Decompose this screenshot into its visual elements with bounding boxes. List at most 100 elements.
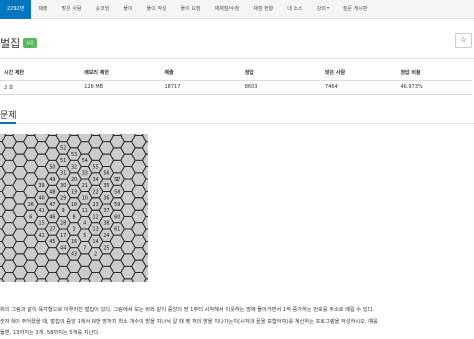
nav-submit[interactable]: 제출 bbox=[31, 0, 54, 19]
description-line: 위의 그림과 같이 육각형으로 이루어진 벌집이 있다. 그림에서 보는 바와 … bbox=[0, 307, 375, 313]
section-divider bbox=[0, 123, 474, 124]
nav-correct-users[interactable]: 맞은 사람 bbox=[55, 0, 89, 19]
nav-item-label: 풀이 요청 bbox=[180, 5, 201, 12]
cell-number-label: 33 bbox=[82, 171, 88, 177]
cell-number-label: 60 bbox=[114, 214, 120, 220]
cell-number-label: 5 bbox=[83, 233, 86, 239]
section-underline bbox=[0, 122, 16, 124]
honeycomb-cell bbox=[143, 278, 148, 282]
cell-number-label: 42 bbox=[39, 233, 45, 239]
honeycomb-cell bbox=[141, 191, 148, 205]
nav-solutions[interactable]: 풀이 bbox=[116, 0, 139, 19]
problem-info-table: 시간 제한 메모리 제한 제출 정답 맞은 사람 정답 비율 2 초 128 M… bbox=[0, 66, 472, 95]
description-line: 들면, 13까지는 3개, 58까지는 5개를 지난다. bbox=[0, 330, 100, 336]
cell-number-label: 15 bbox=[39, 221, 45, 227]
cell-number-label: 40 bbox=[39, 196, 45, 202]
cell-number-label: 32 bbox=[71, 164, 77, 170]
honeycomb-cell bbox=[120, 134, 136, 143]
honeycomb-cell bbox=[12, 134, 28, 143]
cell-time-limit: 2 초 bbox=[0, 80, 81, 95]
header-submissions: 제출 bbox=[160, 66, 241, 81]
cell-number-label: 44 bbox=[60, 245, 66, 251]
cell-solved-users: 7464 bbox=[320, 80, 397, 95]
header-accepted: 정답 bbox=[240, 66, 321, 81]
cell-number-label: 27 bbox=[49, 227, 55, 233]
cell-number-label: 45 bbox=[49, 239, 55, 245]
honeycomb-diagram: 5253545556575859606151323334353637503120… bbox=[0, 134, 148, 282]
nav-request-solution[interactable]: 풀이 요청 bbox=[174, 0, 208, 19]
cell-memory-limit: 128 MB bbox=[80, 80, 161, 95]
nav-lectures[interactable]: 강의 bbox=[310, 0, 336, 19]
honeycomb-cell bbox=[66, 272, 82, 282]
honeycomb-cell bbox=[141, 141, 148, 155]
nav-item-label: 채점 현황 bbox=[253, 5, 274, 12]
cell-number-label: 29 bbox=[60, 196, 66, 202]
nav-problem-number[interactable]: 2292번 bbox=[0, 0, 32, 19]
cell-number-label: 36 bbox=[103, 196, 109, 202]
nav-rejudge[interactable]: 재채점/수정 bbox=[208, 0, 247, 19]
cell-number-label: 10 bbox=[82, 196, 88, 202]
honeycomb-cell bbox=[141, 240, 148, 255]
star-icon: ☆ bbox=[460, 36, 467, 44]
cell-number-label: 37 bbox=[103, 208, 109, 214]
chevron-down-icon bbox=[326, 7, 329, 9]
honeycomb-cell bbox=[141, 166, 148, 180]
nav-item-label: 풀이 bbox=[123, 5, 133, 12]
honeycomb-cell bbox=[23, 272, 39, 282]
cell-number-label: 16 bbox=[71, 239, 77, 245]
honeycomb-cell bbox=[141, 216, 148, 230]
honeycomb-cell bbox=[109, 272, 125, 282]
cell-number-label: 3 bbox=[72, 227, 75, 233]
nav-short-coding[interactable]: 숏코딩 bbox=[89, 0, 117, 19]
cell-number-label: 28 bbox=[60, 221, 66, 227]
cell-number-label: 41 bbox=[39, 208, 45, 214]
cell-number-label: 12 bbox=[93, 214, 99, 220]
nav-item-label: 맞은 사람 bbox=[61, 5, 82, 12]
divider bbox=[0, 58, 474, 59]
cell-number-label: 48 bbox=[49, 189, 55, 195]
cell-number-label: 9 bbox=[62, 208, 65, 214]
honeycomb-cell bbox=[98, 134, 115, 143]
cell-number-label: 30 bbox=[60, 183, 66, 189]
nav-item-label: 질문 게시판 bbox=[342, 5, 368, 12]
cell-submissions: 18717 bbox=[160, 80, 241, 95]
nav-item-label: 제출 bbox=[38, 5, 48, 12]
honeycomb-cell bbox=[141, 265, 148, 280]
cell-number-label: 47 bbox=[49, 202, 55, 208]
table-header-row: 시간 제한 메모리 제한 제출 정답 맞은 사람 정답 비율 bbox=[0, 66, 472, 81]
nav-item-label: 내 소스 bbox=[287, 5, 303, 12]
problem-title-row: 벌집 성공 bbox=[0, 36, 37, 50]
honeycomb-cell bbox=[141, 153, 148, 168]
cell-number-label: 13 bbox=[93, 227, 99, 233]
header-accept-ratio: 정답 비율 bbox=[396, 66, 472, 81]
nav-board[interactable]: 질문 게시판 bbox=[336, 0, 375, 19]
honeycomb-cell bbox=[141, 253, 148, 267]
cell-number-label: 52 bbox=[60, 146, 66, 152]
cell-number-label: 11 bbox=[82, 208, 88, 214]
cell-number-label: 19 bbox=[71, 189, 77, 195]
cell-number-label: 56 bbox=[103, 171, 109, 177]
honeycomb-cell bbox=[1, 272, 17, 282]
table-row: 2 초 128 MB 18717 8603 7464 46.973% bbox=[0, 80, 472, 95]
cell-number-label: 8 bbox=[72, 214, 75, 220]
cell-number-label: 7 bbox=[83, 245, 86, 251]
honeycomb-cell bbox=[55, 134, 71, 143]
honeycomb-figure: 52 53 54 55 56 57 58 59 60 61 51 32 33 34 35 36 37 50 31 20… bbox=[0, 134, 148, 282]
nav-write-solution[interactable]: 풀이 작성 bbox=[140, 0, 174, 19]
honeycomb-cell bbox=[141, 134, 148, 143]
nav-status[interactable]: 채점 현황 bbox=[246, 0, 280, 19]
honeycomb-cell bbox=[141, 178, 148, 192]
header-time-limit: 시간 제한 bbox=[0, 66, 81, 81]
cell-number-label: 53 bbox=[71, 152, 77, 158]
status-badge: 성공 bbox=[23, 38, 37, 48]
cell-number-label: 4 bbox=[83, 221, 86, 227]
nav-item-label: 풀이 작성 bbox=[146, 5, 167, 12]
top-navbar: 2292번 제출 맞은 사람 숏코딩 풀이 풀이 작성 풀이 요청 재채점/수정 채점 현황 내 … bbox=[0, 0, 474, 19]
honeycomb-cell bbox=[33, 134, 50, 143]
cell-number-label: 20 bbox=[71, 177, 77, 183]
favorite-star-button[interactable]: ☆ bbox=[455, 33, 472, 48]
cell-number-label: 22 bbox=[93, 189, 99, 195]
cell-number-label: 14 bbox=[93, 239, 99, 245]
header-solved-users: 맞은 사람 bbox=[320, 66, 397, 81]
nav-my-source[interactable]: 내 소스 bbox=[280, 0, 309, 19]
